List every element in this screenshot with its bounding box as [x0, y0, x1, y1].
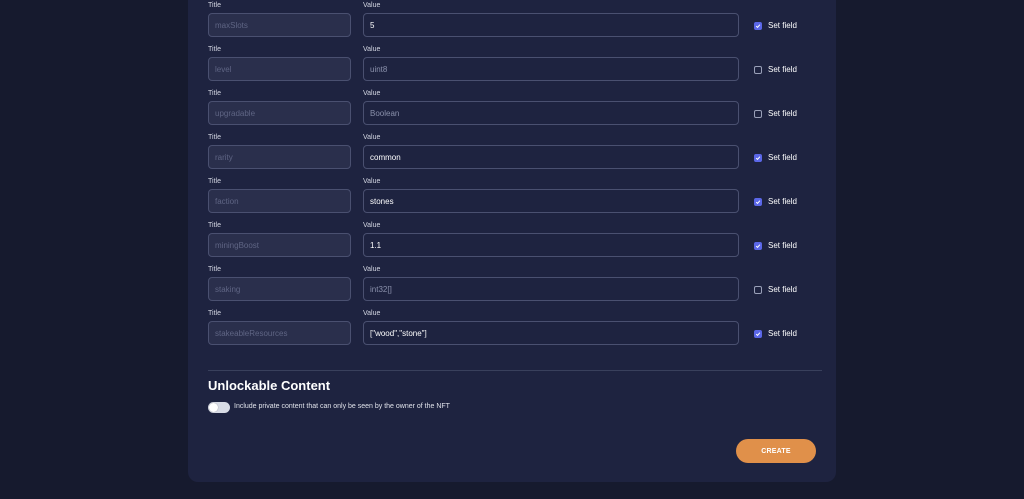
set-field-checkbox[interactable]: Set field [754, 109, 797, 118]
checkbox-icon[interactable] [754, 241, 762, 250]
set-field-label: Set field [768, 197, 797, 206]
title-label: Title [208, 46, 221, 53]
section-divider [208, 370, 822, 371]
title-label: Title [208, 310, 221, 317]
unlockable-toggle[interactable] [208, 402, 230, 413]
title-input[interactable]: miningBoost [208, 233, 351, 257]
set-field-label: Set field [768, 21, 797, 30]
set-field-checkbox[interactable]: Set field [754, 65, 797, 74]
set-field-label: Set field [768, 241, 797, 250]
set-field-label: Set field [768, 65, 797, 74]
set-field-label: Set field [768, 109, 797, 118]
title-input[interactable]: maxSlots [208, 13, 351, 37]
value-label: Value [363, 310, 381, 317]
checkbox-icon[interactable] [754, 285, 762, 294]
title-input[interactable]: rarity [208, 145, 351, 169]
property-row: Title Value rarity common Set field [188, 134, 836, 178]
set-field-label: Set field [768, 329, 797, 338]
checkbox-icon[interactable] [754, 329, 762, 338]
property-row: Title Value faction stones Set field [188, 178, 836, 222]
value-label: Value [363, 178, 381, 185]
checkbox-icon[interactable] [754, 153, 762, 162]
value-input[interactable]: 5 [363, 13, 739, 37]
title-input[interactable]: staking [208, 277, 351, 301]
set-field-checkbox[interactable]: Set field [754, 241, 797, 250]
nft-properties-card: Title Value maxSlots 5 Set field Title V… [188, 0, 836, 482]
title-label: Title [208, 178, 221, 185]
title-label: Title [208, 134, 221, 141]
title-input[interactable]: upgradable [208, 101, 351, 125]
set-field-label: Set field [768, 285, 797, 294]
unlockable-toggle-label: Include private content that can only be… [234, 403, 450, 410]
title-label: Title [208, 90, 221, 97]
checkbox-icon[interactable] [754, 65, 762, 74]
unlockable-heading: Unlockable Content [208, 378, 331, 393]
value-input[interactable]: Boolean [363, 101, 739, 125]
checkbox-icon[interactable] [754, 197, 762, 206]
set-field-checkbox[interactable]: Set field [754, 21, 797, 30]
title-label: Title [208, 266, 221, 273]
value-input[interactable]: common [363, 145, 739, 169]
set-field-label: Set field [768, 153, 797, 162]
property-row: Title Value upgradable Boolean Set field [188, 90, 836, 134]
set-field-checkbox[interactable]: Set field [754, 285, 797, 294]
set-field-checkbox[interactable]: Set field [754, 153, 797, 162]
set-field-checkbox[interactable]: Set field [754, 197, 797, 206]
property-row: Title Value miningBoost 1.1 Set field [188, 222, 836, 266]
value-label: Value [363, 2, 381, 9]
value-input[interactable]: int32[] [363, 277, 739, 301]
property-row: Title Value stakeableResources ["wood","… [188, 310, 836, 354]
title-input[interactable]: level [208, 57, 351, 81]
set-field-checkbox[interactable]: Set field [754, 329, 797, 338]
property-row: Title Value level uint8 Set field [188, 46, 836, 90]
title-label: Title [208, 222, 221, 229]
value-label: Value [363, 46, 381, 53]
checkbox-icon[interactable] [754, 21, 762, 30]
property-row: Title Value staking int32[] Set field [188, 266, 836, 310]
toggle-knob [209, 403, 218, 412]
value-input[interactable]: ["wood","stone"] [363, 321, 739, 345]
value-label: Value [363, 90, 381, 97]
value-input[interactable]: uint8 [363, 57, 739, 81]
title-label: Title [208, 2, 221, 9]
title-input[interactable]: stakeableResources [208, 321, 351, 345]
value-label: Value [363, 134, 381, 141]
create-button[interactable]: CREATE [736, 439, 816, 463]
title-input[interactable]: faction [208, 189, 351, 213]
value-label: Value [363, 222, 381, 229]
value-label: Value [363, 266, 381, 273]
value-input[interactable]: stones [363, 189, 739, 213]
checkbox-icon[interactable] [754, 109, 762, 118]
value-input[interactable]: 1.1 [363, 233, 739, 257]
property-row: Title Value maxSlots 5 Set field [188, 2, 836, 46]
